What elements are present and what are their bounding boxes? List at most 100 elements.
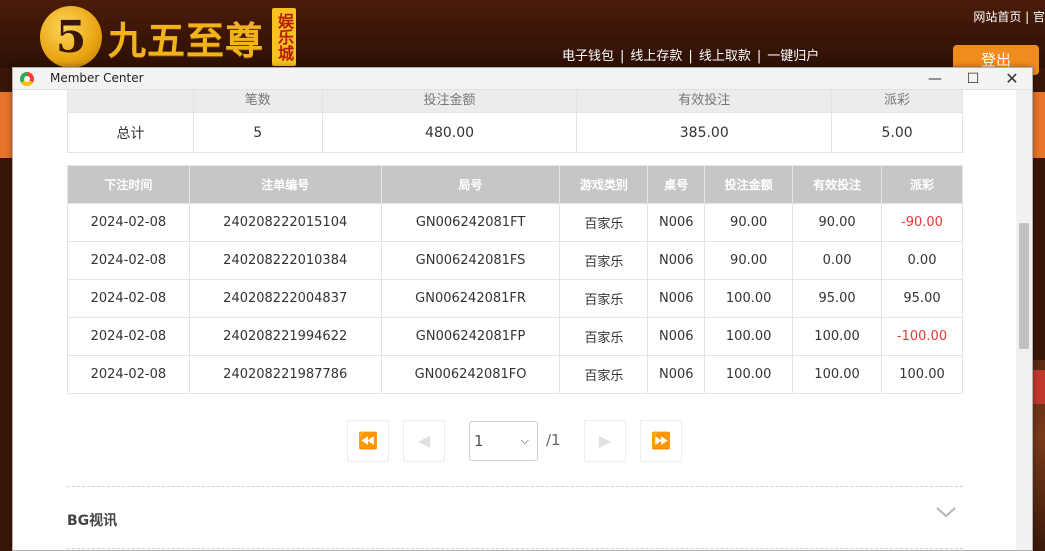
column-header: 游戏类别 <box>559 165 649 204</box>
table-id: N006 <box>647 241 706 280</box>
round-id: GN006242081FO <box>380 355 561 394</box>
round-id: GN006242081FT <box>380 203 561 242</box>
table-row: 2024-02-08 240208222004837 GN006242081FR… <box>67 279 963 318</box>
game-type: 百家乐 <box>559 203 649 242</box>
logo-emblem: 5 <box>40 6 102 68</box>
page-select-value: 1 <box>474 432 484 450</box>
bet-header-row: 下注时间 注单编号 局号 游戏类别 桌号 投注金额 有效投注 派彩 <box>67 165 963 204</box>
column-header: 派彩 <box>881 165 963 204</box>
summary-header: 有效投注 <box>576 90 833 113</box>
bet-amount: 90.00 <box>704 241 794 280</box>
logo-sub: 娱乐城 <box>272 8 297 66</box>
game-type: 百家乐 <box>559 279 649 318</box>
maximize-icon[interactable]: ☐ <box>954 68 992 90</box>
bet-records-table: 下注时间 注单编号 局号 游戏类别 桌号 投注金额 有效投注 派彩 2024-0… <box>67 165 963 394</box>
nav-withdraw[interactable]: 线上取款 <box>699 49 751 64</box>
bet-time: 2024-02-08 <box>67 203 190 242</box>
table-id: N006 <box>647 279 706 318</box>
member-center-content: 笔数 投注金额 有效投注 派彩 总计 5 480.00 385.00 5.00 … <box>13 90 1016 550</box>
bet-time: 2024-02-08 <box>67 317 190 356</box>
minimize-icon[interactable]: — <box>916 68 954 90</box>
bet-time: 2024-02-08 <box>67 241 190 280</box>
valid-bet: 0.00 <box>792 241 882 280</box>
summary-header-row: 笔数 投注金额 有效投注 派彩 <box>67 90 963 113</box>
valid-bet: 100.00 <box>792 317 882 356</box>
vertical-scrollbar[interactable] <box>1016 90 1032 550</box>
window-titlebar[interactable]: Member Center — ☐ ✕ <box>13 68 1032 90</box>
browser-app-icon <box>20 72 34 86</box>
payout: 0.00 <box>881 241 963 280</box>
game-type: 百家乐 <box>559 355 649 394</box>
bet-time: 2024-02-08 <box>67 279 190 318</box>
summary-cell: 总计 <box>67 112 194 153</box>
bet-id: 240208222015104 <box>188 203 382 242</box>
bet-amount: 90.00 <box>704 203 794 242</box>
logo-text: 九五至尊 <box>108 17 265 63</box>
column-header: 有效投注 <box>792 165 882 204</box>
column-header: 投注金额 <box>704 165 794 204</box>
nav-consolidate[interactable]: 一键归户 <box>767 49 819 64</box>
valid-bet: 95.00 <box>792 279 882 318</box>
summary-header: 派彩 <box>831 90 963 113</box>
game-type: 百家乐 <box>559 241 649 280</box>
next-page-button[interactable]: ▶ <box>584 420 626 462</box>
payout: -100.00 <box>881 317 963 356</box>
table-row: 2024-02-08 240208222015104 GN006242081FT… <box>67 203 963 242</box>
summary-header: 投注金额 <box>321 90 578 113</box>
prev-page-button[interactable]: ◀ <box>403 420 445 462</box>
column-header: 桌号 <box>647 165 706 204</box>
last-page-button[interactable]: ⏩ <box>640 420 682 462</box>
bet-amount: 100.00 <box>704 279 794 318</box>
valid-bet: 100.00 <box>792 355 882 394</box>
bet-id: 240208221994622 <box>188 317 382 356</box>
page-select[interactable]: 1 ⌵ <box>469 421 538 461</box>
game-type: 百家乐 <box>559 317 649 356</box>
background-banner-right <box>1033 92 1045 158</box>
bet-id: 240208222004837 <box>188 279 382 318</box>
table-id: N006 <box>647 317 706 356</box>
summary-cell: 385.00 <box>576 112 833 153</box>
section-divider <box>67 548 963 549</box>
round-id: GN006242081FS <box>380 241 561 280</box>
account-nav: 电子钱包 | 线上存款 | 线上取款 | 一键归户 <box>562 49 820 64</box>
summary-cell: 480.00 <box>321 112 578 153</box>
window-title: Member Center <box>50 71 144 85</box>
bet-id: 240208222010384 <box>188 241 382 280</box>
payout: 100.00 <box>881 355 963 394</box>
round-id: GN006242081FR <box>380 279 561 318</box>
table-row: 2024-02-08 240208221987786 GN006242081FO… <box>67 355 963 394</box>
nav-deposit[interactable]: 线上存款 <box>630 49 682 64</box>
chevron-down-icon[interactable] <box>935 504 957 520</box>
section-divider <box>67 486 963 487</box>
page-total: /1 <box>546 431 561 449</box>
close-icon[interactable]: ✕ <box>993 68 1031 90</box>
summary-header: 笔数 <box>192 90 323 113</box>
first-page-button[interactable]: ⏪ <box>347 420 389 462</box>
bet-amount: 100.00 <box>704 317 794 356</box>
bet-amount: 100.00 <box>704 355 794 394</box>
column-header: 下注时间 <box>67 165 190 204</box>
bet-id: 240208221987786 <box>188 355 382 394</box>
payout: -90.00 <box>881 203 963 242</box>
scrollbar-thumb[interactable] <box>1019 223 1029 349</box>
table-id: N006 <box>647 203 706 242</box>
chevron-down-icon: ⌵ <box>520 434 529 447</box>
background-banner-left <box>0 92 12 158</box>
table-row: 2024-02-08 240208221994622 GN006242081FP… <box>67 317 963 356</box>
site-logo[interactable]: 5 九五至尊 娱乐城 <box>40 6 297 68</box>
summary-cell: 5 <box>192 112 323 153</box>
summary-header <box>67 90 194 113</box>
background-badge-right <box>1033 370 1045 404</box>
table-id: N006 <box>647 355 706 394</box>
nav-wallet[interactable]: 电子钱包 <box>562 49 614 64</box>
top-links[interactable]: 网站首页 | 官 <box>973 8 1045 25</box>
summary-table: 笔数 投注金额 有效投注 派彩 总计 5 480.00 385.00 5.00 <box>67 90 963 153</box>
round-id: GN006242081FP <box>380 317 561 356</box>
member-center-window: Member Center — ☐ ✕ 笔数 投注金额 有效投注 派彩 总计 5… <box>12 67 1033 551</box>
section-title-bg[interactable]: BG视讯 <box>67 510 117 530</box>
table-row: 2024-02-08 240208222010384 GN006242081FS… <box>67 241 963 280</box>
bet-time: 2024-02-08 <box>67 355 190 394</box>
column-header: 注单编号 <box>188 165 382 204</box>
site-header: 5 九五至尊 娱乐城 网站首页 | 官 电子钱包 | 线上存款 | 线上取款 | 一键归户 … <box>0 0 1045 75</box>
summary-total-row: 总计 5 480.00 385.00 5.00 <box>67 112 963 153</box>
